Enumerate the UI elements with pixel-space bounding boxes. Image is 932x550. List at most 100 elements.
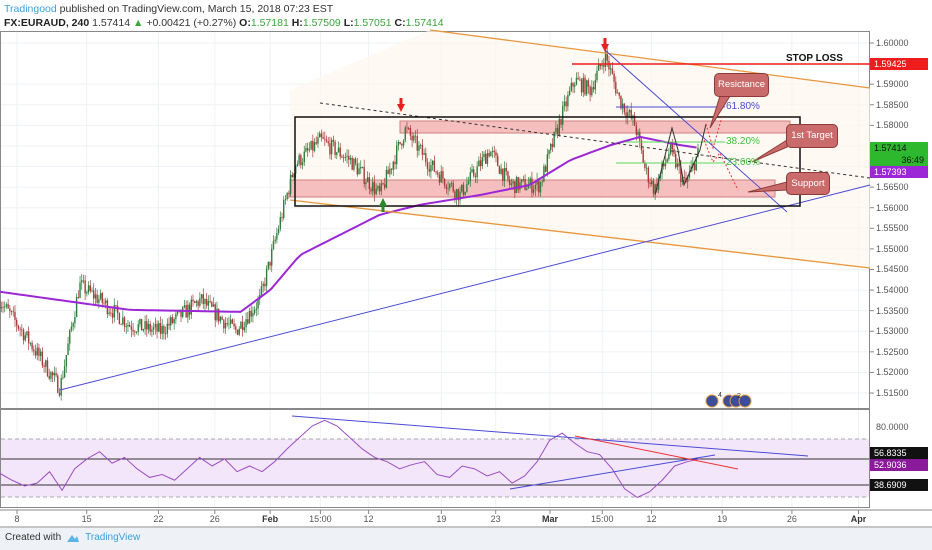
candle-down <box>442 171 444 179</box>
candle-up <box>276 233 278 240</box>
candle-down <box>223 319 225 329</box>
event-count: 4 <box>718 392 722 399</box>
candle-down <box>611 68 614 74</box>
candle-up <box>318 133 321 138</box>
support-callout[interactable]: Support <box>786 172 830 195</box>
candle-up <box>375 188 377 195</box>
candle-down <box>485 153 487 164</box>
candle-down <box>524 178 526 190</box>
candle-down <box>437 172 439 175</box>
candle-up <box>240 321 242 329</box>
candle-up <box>676 163 679 168</box>
candle-up <box>53 373 56 376</box>
candle-down <box>342 157 345 159</box>
candle-down <box>171 317 174 323</box>
candle-up <box>546 154 549 172</box>
candle-up <box>616 92 619 94</box>
candle-up <box>413 135 415 141</box>
candle-down <box>17 325 20 329</box>
candle-up <box>257 299 259 309</box>
price-axis-label: 1.54500 <box>876 264 909 275</box>
candle-down <box>644 162 646 169</box>
candle-up <box>361 167 364 168</box>
candle-up <box>277 229 280 234</box>
candle-up <box>272 241 275 249</box>
price-axis-label: 1.53500 <box>876 305 909 316</box>
candle-up <box>366 177 369 183</box>
candle-down <box>407 128 410 129</box>
candle-up <box>199 298 201 306</box>
candle-down <box>118 313 121 324</box>
fib-382-label: 38.20% <box>726 136 760 147</box>
resistance-callout[interactable]: Resictance <box>714 73 769 97</box>
candle-down <box>27 331 30 344</box>
candle-up <box>461 184 463 192</box>
candle-down <box>31 342 33 350</box>
candle-up <box>666 159 668 163</box>
last-price-badge: 1.57414 <box>870 142 928 154</box>
candle-up <box>127 324 129 327</box>
candle-up <box>0 307 2 309</box>
price-axis-label: 1.58500 <box>876 99 909 110</box>
candle-up <box>574 84 576 87</box>
chart-canvas[interactable]: 4 2 <box>0 0 932 528</box>
candle-down <box>488 153 490 157</box>
candle-down <box>341 156 343 158</box>
candle-up <box>142 329 145 331</box>
candle-up <box>253 309 256 314</box>
candle-up <box>81 280 83 283</box>
candle-down <box>445 185 448 189</box>
fib-236-label: 23.60% <box>726 157 760 168</box>
candle-down <box>250 310 252 317</box>
candle-down <box>116 305 119 314</box>
candle-up <box>377 186 379 189</box>
resistance-zone[interactable] <box>399 120 791 134</box>
tradingview-link[interactable]: TradingView <box>85 532 140 543</box>
candle-up <box>490 151 492 157</box>
candle-down <box>579 79 581 81</box>
candle-up <box>582 77 584 93</box>
event-markers[interactable]: 4 2 <box>705 392 752 408</box>
rsi-value-badge: 52.9036 <box>870 459 928 471</box>
candle-down <box>149 323 151 332</box>
candle-down <box>14 311 16 320</box>
candle-down <box>93 290 95 299</box>
first-target-callout[interactable]: 1st Target <box>786 124 838 148</box>
candle-down <box>538 179 540 193</box>
candle-up <box>467 181 470 185</box>
candle-up <box>575 77 578 85</box>
candle-down <box>115 305 117 306</box>
candle-up <box>558 118 561 135</box>
candle-up <box>105 300 107 303</box>
created-with-text: Created with <box>5 532 62 543</box>
candle-up <box>29 342 32 344</box>
candle-up <box>39 351 42 356</box>
candle-up <box>91 290 93 292</box>
price-axis-label: 1.60000 <box>876 38 909 48</box>
candle-up <box>541 181 543 183</box>
candle-down <box>613 73 615 82</box>
candle-up <box>228 323 230 325</box>
candle-up <box>183 305 186 308</box>
candle-up <box>279 217 282 230</box>
candle-up <box>478 160 480 167</box>
price-axis-label: 1.51500 <box>876 388 909 399</box>
candle-down <box>96 294 98 303</box>
candle-up <box>360 167 362 169</box>
candle-down <box>473 169 475 176</box>
candle-up <box>5 304 8 307</box>
candle-down <box>226 322 228 324</box>
candle-down <box>438 174 441 183</box>
candle-down <box>339 147 341 157</box>
candle-up <box>308 149 311 151</box>
candle-up <box>346 155 348 157</box>
candle-up <box>65 355 68 366</box>
candle-up <box>154 323 157 328</box>
candle-down <box>378 186 381 192</box>
candle-up <box>70 326 73 331</box>
time-axis-label: 19 <box>717 514 728 524</box>
candle-down <box>508 179 511 185</box>
candle-down <box>236 329 239 335</box>
candle-down <box>421 144 424 155</box>
candle-up <box>423 153 425 155</box>
